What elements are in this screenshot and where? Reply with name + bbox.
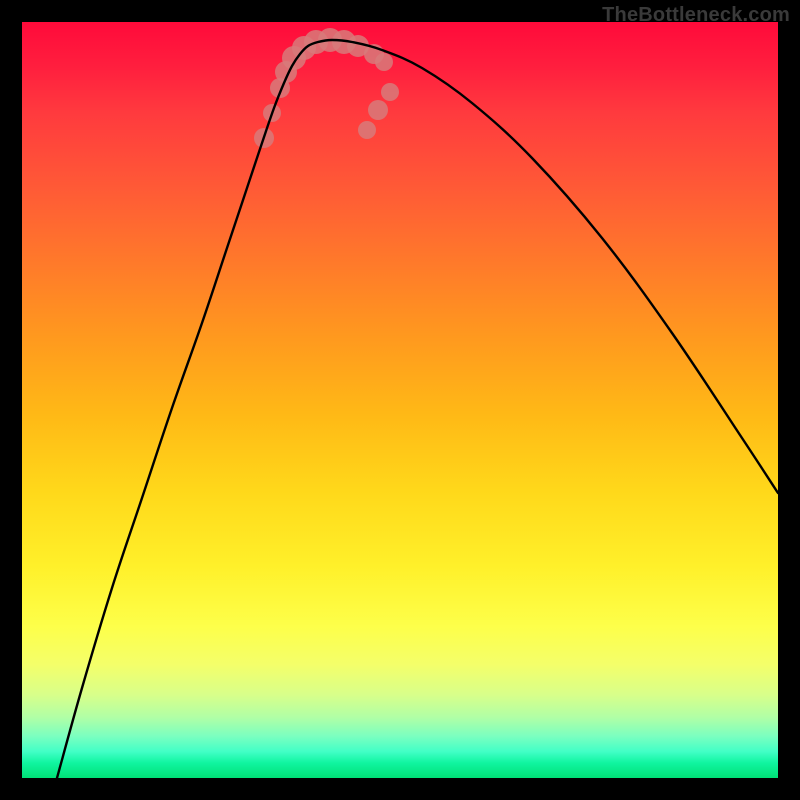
marker-layer <box>254 28 399 148</box>
highlight-dot <box>358 121 376 139</box>
outer-frame: TheBottleneck.com <box>0 0 800 800</box>
highlight-dot <box>375 53 393 71</box>
highlight-dot <box>368 100 388 120</box>
watermark-text: TheBottleneck.com <box>602 4 790 27</box>
bottleneck-curve-path <box>57 40 778 778</box>
plot-area <box>22 22 778 778</box>
highlight-dot <box>381 83 399 101</box>
chart-svg <box>22 22 778 778</box>
